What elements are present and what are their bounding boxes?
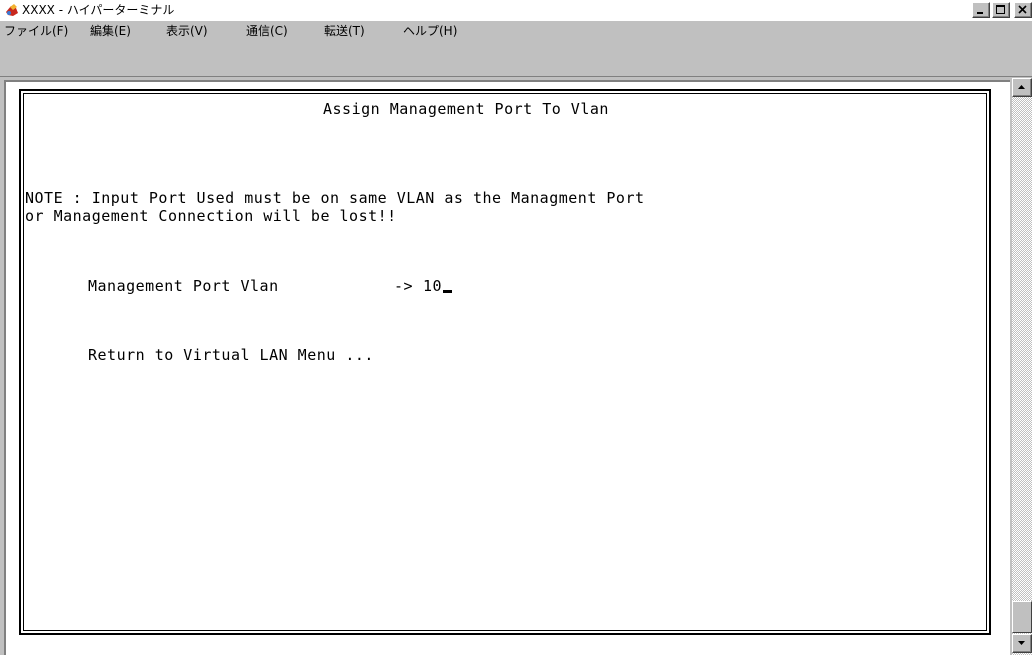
close-button[interactable]: [1014, 2, 1032, 18]
menu-transfer[interactable]: 転送(T): [324, 23, 365, 39]
screen-heading: Assign Management Port To Vlan: [323, 100, 609, 118]
window-controls: [972, 2, 1032, 19]
menu-call[interactable]: 通信(C): [246, 23, 288, 39]
hyperterminal-window: XXXX - ハイパーターミナル ファイル(F) 編集(E) 表示(V) 通信(…: [0, 0, 1032, 655]
vertical-scrollbar[interactable]: [1012, 78, 1032, 655]
management-port-vlan-value: 10: [423, 277, 443, 295]
note-line-2: or Management Connection will be lost!!: [25, 207, 397, 225]
text-cursor: [443, 290, 453, 293]
scroll-thumb[interactable]: [1012, 601, 1032, 633]
scroll-up-button[interactable]: [1012, 78, 1032, 97]
minimize-button[interactable]: [972, 2, 990, 18]
scroll-down-button[interactable]: [1012, 634, 1032, 653]
management-port-vlan-input[interactable]: 10: [423, 277, 453, 295]
arrow-down-icon: [1018, 641, 1025, 645]
maximize-button[interactable]: [992, 2, 1010, 18]
return-to-vlan-menu-item[interactable]: Return to Virtual LAN Menu ...: [88, 346, 374, 364]
arrow-up-icon: [1018, 85, 1025, 89]
field-arrow: ->: [394, 277, 414, 295]
menu-edit[interactable]: 編集(E): [90, 23, 131, 39]
note-line-1: NOTE : Input Port Used must be on same V…: [25, 189, 645, 207]
hyperterminal-icon[interactable]: [4, 3, 20, 18]
window-title: XXXX - ハイパーターミナル: [22, 3, 175, 17]
management-port-vlan-label: Management Port Vlan: [88, 277, 279, 295]
menu-bar: ファイル(F) 編集(E) 表示(V) 通信(C) 転送(T) ヘルプ(H): [0, 21, 1032, 41]
menu-view[interactable]: 表示(V): [166, 23, 208, 39]
menu-file[interactable]: ファイル(F): [4, 23, 68, 39]
menu-help[interactable]: ヘルプ(H): [403, 23, 457, 39]
title-bar[interactable]: XXXX - ハイパーターミナル: [0, 0, 1032, 22]
